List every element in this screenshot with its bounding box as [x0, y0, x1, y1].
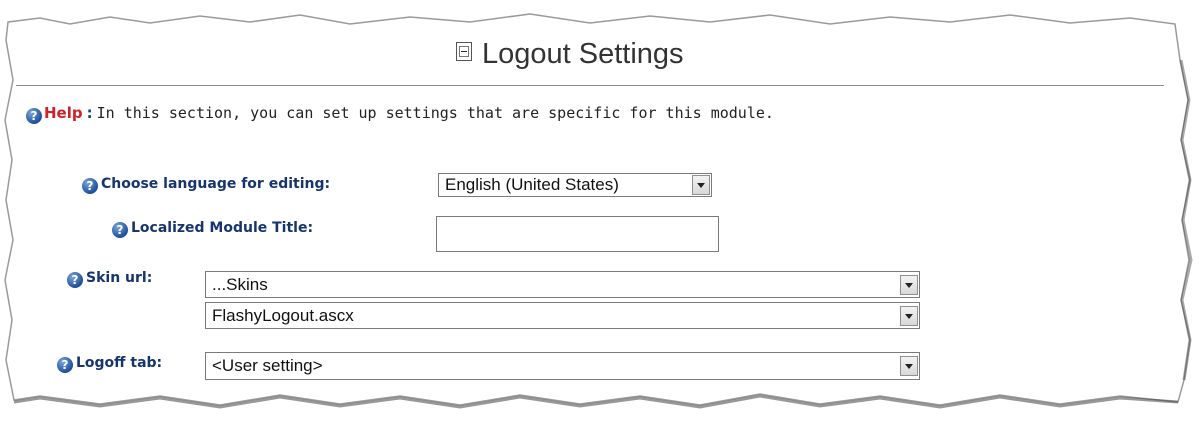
skin-url-label: ? Skin url:: [67, 270, 152, 288]
skin-file-value: FlashyLogout.ascx: [212, 306, 354, 325]
question-circle-icon[interactable]: ?: [57, 357, 73, 373]
question-circle-icon[interactable]: ?: [82, 178, 98, 194]
skin-file-select[interactable]: FlashyLogout.ascx: [205, 302, 920, 329]
logoff-tab-select[interactable]: <User setting>: [205, 352, 920, 380]
chevron-down-icon[interactable]: [692, 175, 710, 195]
logoff-tab-label: ? Logoff tab:: [57, 355, 162, 373]
localized-title-label: ? Localized Module Title:: [112, 220, 313, 238]
chevron-down-icon[interactable]: [900, 275, 918, 295]
section-header: Logout Settings: [16, 30, 1164, 86]
skin-folder-select[interactable]: ...Skins: [205, 271, 920, 298]
question-circle-icon[interactable]: ?: [26, 108, 42, 124]
help-line: ? Help: In this section, you can set up se…: [26, 104, 774, 124]
language-label: ? Choose language for editing:: [82, 176, 330, 194]
language-label-text: Choose language for editing:: [101, 176, 331, 192]
minus-box-icon[interactable]: [456, 42, 472, 61]
language-select[interactable]: English (United States): [438, 173, 712, 197]
chevron-down-icon[interactable]: [900, 356, 918, 376]
help-text: In this section, you can set up settings…: [96, 104, 774, 122]
help-separator: :: [86, 104, 93, 122]
question-circle-icon[interactable]: ?: [67, 272, 83, 288]
localized-title-input[interactable]: [436, 216, 719, 252]
question-circle-icon[interactable]: ?: [112, 222, 128, 238]
skin-url-label-text: Skin url:: [86, 270, 153, 286]
help-label: Help: [44, 104, 83, 122]
skin-folder-value: ...Skins: [212, 275, 268, 294]
chevron-down-icon[interactable]: [900, 306, 918, 326]
language-select-value: English (United States): [445, 175, 619, 194]
logoff-tab-label-text: Logoff tab:: [76, 355, 163, 371]
localized-title-label-text: Localized Module Title:: [131, 220, 314, 236]
logoff-tab-value: <User setting>: [212, 356, 323, 375]
page-title: Logout Settings: [482, 38, 684, 70]
